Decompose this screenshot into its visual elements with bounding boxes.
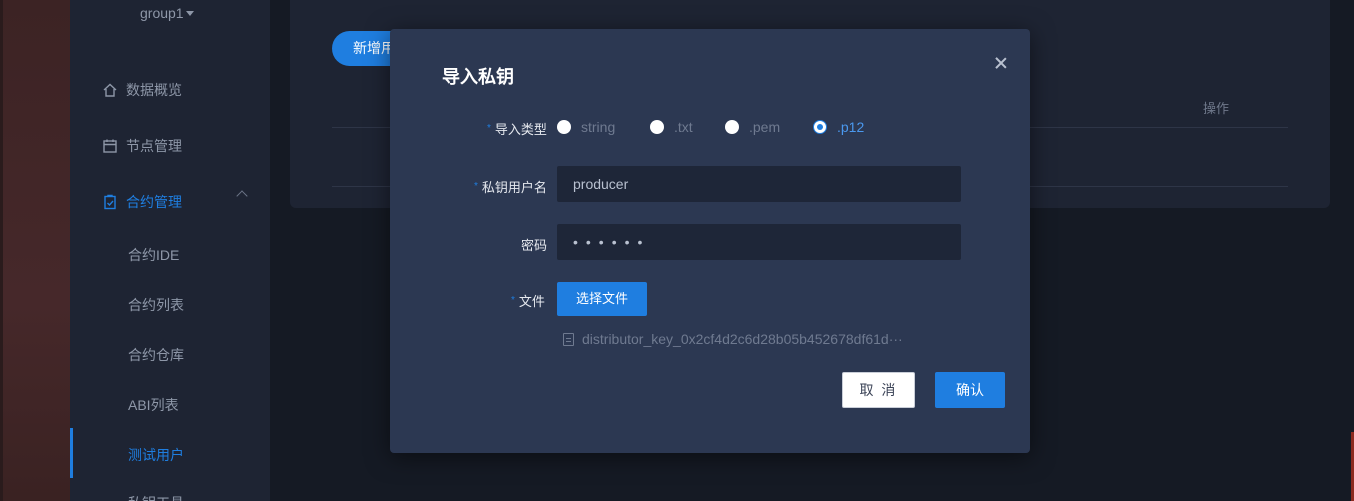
sidebar-subitem-ide[interactable]: 合约IDE <box>128 245 179 265</box>
caret-down-icon <box>185 11 194 16</box>
sidebar-subitem-contract-list[interactable]: 合约列表 <box>128 295 184 315</box>
table-header-operations: 操作 <box>1203 101 1230 116</box>
dialog-title: 导入私钥 <box>442 67 514 87</box>
document-icon <box>563 332 574 346</box>
sidebar-subitem-test-users[interactable]: 测试用户 <box>128 445 184 465</box>
password-mask: •••••• <box>573 234 651 250</box>
username-label-text: 私钥用户名 <box>481 180 547 195</box>
calendar-icon <box>103 139 117 153</box>
radio-circle[interactable] <box>650 120 664 134</box>
home-icon <box>103 83 117 97</box>
uploaded-file-item[interactable]: distributor_key_0x2cf4d2c6d28b05b452678d… <box>563 331 903 347</box>
choose-file-button[interactable]: 选择文件 <box>557 282 647 316</box>
file-label-text: 文件 <box>518 294 545 309</box>
chevron-up-icon[interactable] <box>236 190 248 202</box>
sidebar-item-label: 数据概览 <box>126 82 182 98</box>
import-type-label: * 导入类型 <box>487 119 547 138</box>
sidebar-subitem-key-tools[interactable]: 私钥工具 <box>128 493 184 501</box>
radio-label: .txt <box>674 119 693 135</box>
group-selector-label: group1 <box>140 5 184 21</box>
password-label: 密码 <box>521 238 548 253</box>
required-marker: * <box>487 123 491 134</box>
radio-label: string <box>581 119 616 135</box>
sidebar-subitem-abi-list[interactable]: ABI列表 <box>128 395 179 415</box>
password-input[interactable]: •••••• <box>557 224 961 260</box>
radio-label: .pem <box>749 119 781 135</box>
cancel-button[interactable]: 取 消 <box>842 372 915 408</box>
file-name: distributor_key_0x2cf4d2c6d28b05b452678d… <box>582 331 903 347</box>
import-key-dialog: 导入私钥 * 导入类型 string .txt .pem .p12 * 私钥用户名 … <box>390 29 1030 453</box>
radio-circle-selected[interactable] <box>813 120 827 134</box>
username-label: * 私钥用户名 <box>474 177 547 196</box>
clipboard-icon <box>104 194 116 210</box>
sidebar-subitem-contract-repo[interactable]: 合约仓库 <box>128 345 184 365</box>
sidebar-item-nodes[interactable]: 节点管理 <box>102 136 182 156</box>
file-label: * 文件 <box>511 291 545 310</box>
left-edge-strip <box>0 0 70 501</box>
radio-circle[interactable] <box>557 120 571 134</box>
required-marker: * <box>511 295 515 306</box>
required-marker: * <box>474 181 478 192</box>
group-selector[interactable]: group1 <box>140 5 194 21</box>
confirm-button[interactable]: 确认 <box>935 372 1005 408</box>
import-type-label-text: 导入类型 <box>494 122 547 137</box>
sidebar-item-label: 节点管理 <box>126 138 182 154</box>
sidebar-item-overview[interactable]: 数据概览 <box>102 80 182 100</box>
sidebar: group1 数据概览 节点管理 合约管理 合约IDE 合约列表 合约仓库 AB… <box>70 0 270 501</box>
radio-pem[interactable]: .pem <box>725 119 780 135</box>
radio-string[interactable]: string <box>557 119 615 135</box>
close-icon[interactable] <box>993 55 1009 71</box>
username-input[interactable]: producer <box>557 166 961 202</box>
left-edge-border <box>0 0 3 501</box>
sidebar-item-label: 合约管理 <box>126 194 182 210</box>
sidebar-item-contracts[interactable]: 合约管理 <box>102 192 182 212</box>
active-indicator <box>70 428 73 478</box>
radio-label: .p12 <box>837 119 865 135</box>
radio-circle[interactable] <box>725 120 739 134</box>
radio-p12[interactable]: .p12 <box>813 119 864 135</box>
radio-txt[interactable]: .txt <box>650 119 693 135</box>
